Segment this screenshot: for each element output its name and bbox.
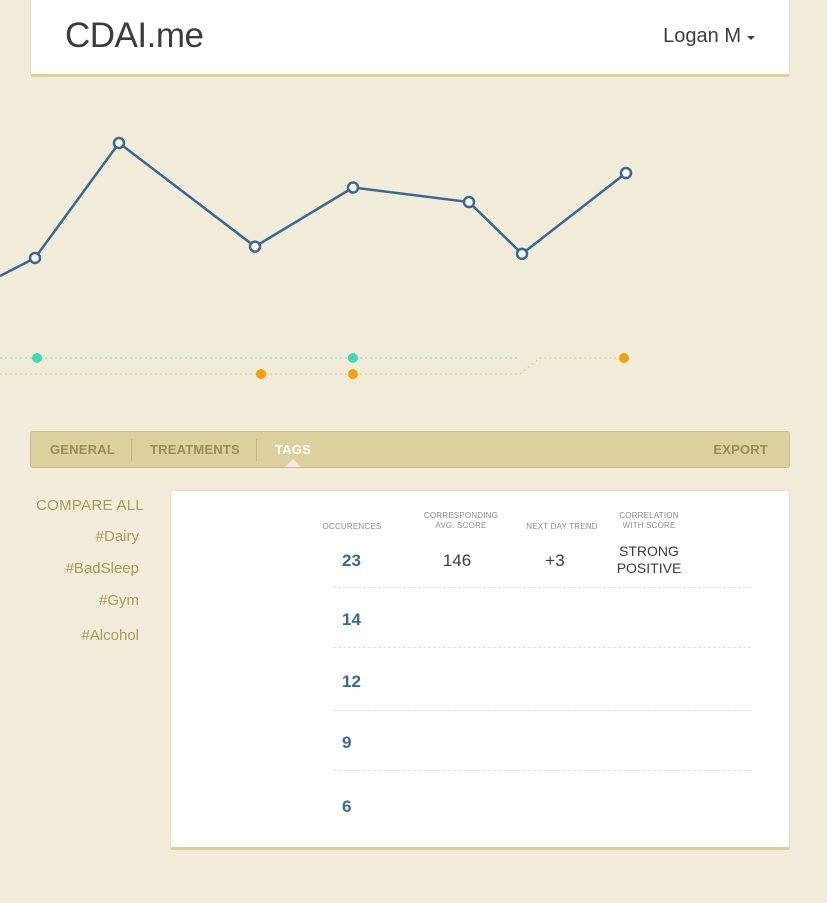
user-menu[interactable]: Logan M bbox=[663, 25, 755, 48]
row-separator bbox=[333, 770, 751, 771]
row-separator bbox=[333, 587, 751, 588]
score-point-4[interactable] bbox=[346, 181, 360, 194]
tag-row-2-dotted-line bbox=[0, 357, 624, 375]
tab-treatments[interactable]: TREATMENTS bbox=[150, 432, 240, 467]
tag-link-badsleep[interactable]: #BadSleep bbox=[66, 560, 139, 577]
row-1-correlation: STRONG POSITIVE bbox=[604, 543, 694, 577]
tag-row-1-marker[interactable] bbox=[32, 353, 42, 363]
row-1-avg-score: 146 bbox=[442, 551, 472, 570]
compare-all-link[interactable]: COMPARE ALL bbox=[36, 497, 144, 514]
row-1-occurences: 23 bbox=[342, 551, 361, 570]
score-point-5[interactable] bbox=[462, 195, 476, 209]
tab-divider bbox=[256, 439, 257, 461]
tag-row-1-marker[interactable] bbox=[348, 353, 358, 363]
column-header-avg-score: CORRESPONDING AVG. SCORE bbox=[411, 511, 511, 531]
caret-down-icon bbox=[747, 35, 755, 40]
tag-link-alcohol[interactable]: #Alcohol bbox=[81, 627, 139, 644]
app-logo[interactable]: CDAI.me bbox=[65, 16, 204, 56]
score-point-3[interactable] bbox=[248, 240, 262, 253]
column-header-correlation: CORRELATION WITH SCORE bbox=[611, 511, 687, 531]
row-1-correlation-line-2: POSITIVE bbox=[616, 560, 682, 576]
tab-export[interactable]: EXPORT bbox=[713, 432, 768, 467]
row-1-correlation-line-1: STRONG bbox=[619, 543, 679, 559]
column-header-occurences: OCCURENCES bbox=[322, 522, 382, 531]
tab-general[interactable]: GENERAL bbox=[50, 432, 115, 467]
row-separator bbox=[333, 710, 751, 711]
tag-row-2-marker[interactable] bbox=[619, 353, 629, 363]
column-header-correlation-line-1: CORRELATION bbox=[619, 511, 679, 520]
tag-markers bbox=[0, 353, 629, 379]
score-line bbox=[0, 141, 627, 278]
column-header-avg-score-line-2: AVG. SCORE bbox=[435, 521, 487, 530]
row-4-occurences: 9 bbox=[342, 733, 352, 752]
score-chart bbox=[0, 136, 633, 379]
row-3-occurences: 12 bbox=[342, 672, 361, 691]
tag-link-dairy[interactable]: #Dairy bbox=[96, 528, 139, 545]
row-2-occurences: 14 bbox=[342, 610, 361, 629]
score-point-7[interactable] bbox=[619, 166, 633, 180]
tag-row-2-marker[interactable] bbox=[256, 369, 266, 379]
score-point-1[interactable] bbox=[28, 251, 42, 265]
top-header: CDAI.me Logan M bbox=[30, 0, 790, 77]
row-separator bbox=[333, 647, 751, 648]
score-line-series bbox=[0, 136, 633, 278]
score-point-6[interactable] bbox=[515, 247, 529, 261]
column-header-next-day-trend: NEXT DAY TREND bbox=[526, 522, 598, 531]
row-5-occurences: 6 bbox=[342, 797, 352, 816]
tab-divider bbox=[131, 439, 132, 461]
tag-link-gym[interactable]: #Gym bbox=[99, 592, 139, 609]
row-1-next-day-trend: +3 bbox=[545, 551, 565, 570]
active-tab-pointer bbox=[285, 459, 301, 467]
column-header-correlation-line-2: WITH SCORE bbox=[622, 521, 676, 530]
tag-stats-panel: OCCURENCES CORRESPONDING AVG. SCORE NEXT… bbox=[170, 490, 790, 850]
section-tabs: GENERAL TREATMENTS TAGS EXPORT bbox=[30, 431, 790, 468]
user-name: Logan M bbox=[663, 25, 741, 47]
tag-row-2-marker[interactable] bbox=[348, 369, 358, 379]
column-header-avg-score-line-1: CORRESPONDING bbox=[423, 511, 499, 520]
score-point-2[interactable] bbox=[112, 136, 126, 150]
